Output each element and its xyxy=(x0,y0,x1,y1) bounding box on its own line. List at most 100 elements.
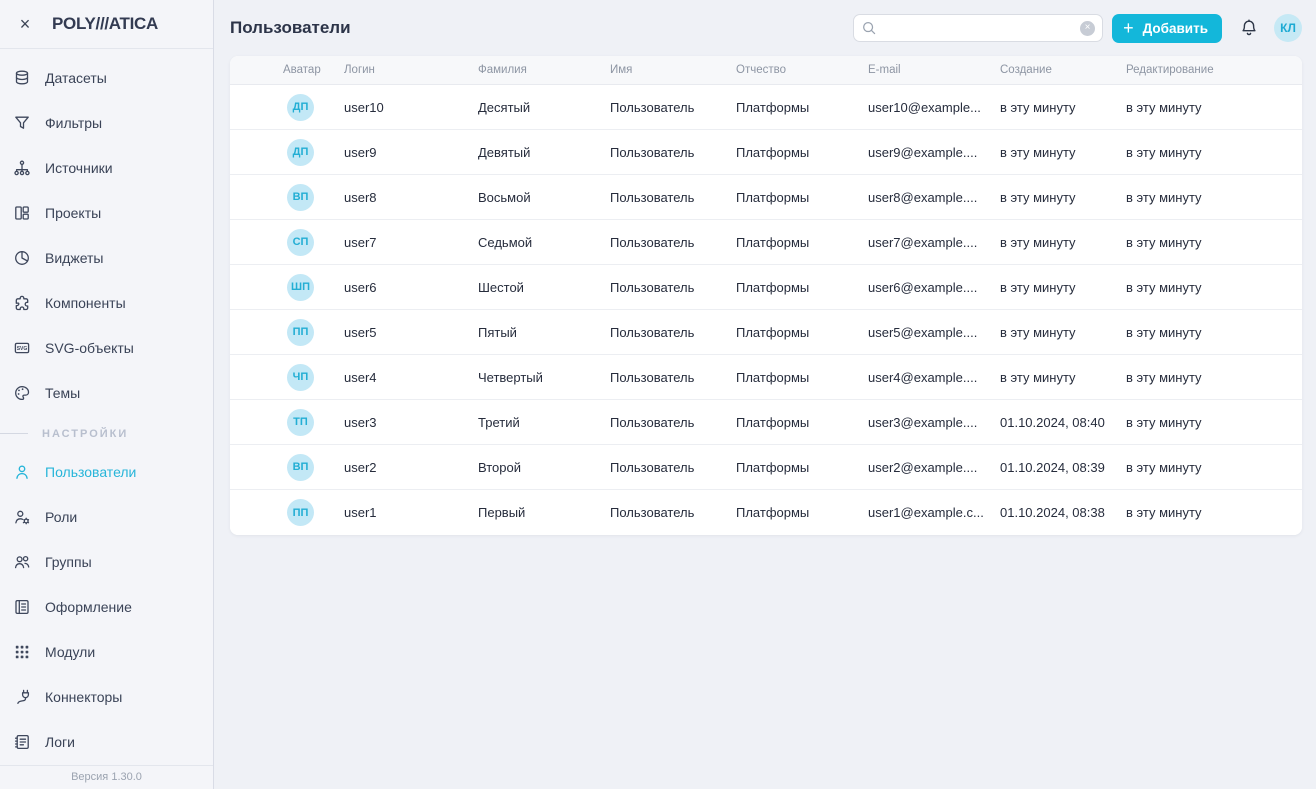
avatar-cell: ШП xyxy=(283,274,344,301)
last-name-cell: Второй xyxy=(478,460,610,475)
first-name-cell: Пользователь xyxy=(610,460,736,475)
row-avatar: ПП xyxy=(287,499,314,526)
login-cell: user7 xyxy=(344,235,478,250)
edited-cell: в эту минуту xyxy=(1126,415,1292,430)
sidebar-item-label: Фильтры xyxy=(45,115,102,131)
plus-icon: + xyxy=(1123,19,1134,37)
sidebar-nav: Датасеты Фильтры Источники Проекты Видже… xyxy=(0,49,213,765)
avatar-cell: ДП xyxy=(283,94,344,121)
row-avatar: ПП xyxy=(287,319,314,346)
first-name-cell: Пользователь xyxy=(610,280,736,295)
add-user-button[interactable]: + Добавить xyxy=(1112,14,1222,43)
main-content: Пользователи × + Добавить КЛ Аватар Логи… xyxy=(214,0,1316,789)
email-cell: user9@example.... xyxy=(868,145,1000,160)
avatar-cell: ДП xyxy=(283,139,344,166)
sidebar-item-groups[interactable]: Группы xyxy=(0,540,213,585)
table-row[interactable]: ШП user6 Шестой Пользователь Платформы u… xyxy=(230,265,1302,310)
created-cell: в эту минуту xyxy=(1000,370,1126,385)
col-header-first-name: Имя xyxy=(610,64,736,76)
login-cell: user5 xyxy=(344,325,478,340)
page-title: Пользователи xyxy=(230,18,351,38)
middle-name-cell: Платформы xyxy=(736,370,868,385)
table-row[interactable]: ДП user10 Десятый Пользователь Платформы… xyxy=(230,85,1302,130)
email-cell: user2@example.... xyxy=(868,460,1000,475)
sitemap-icon xyxy=(12,158,32,178)
table-row[interactable]: ВП user8 Восьмой Пользователь Платформы … xyxy=(230,175,1302,220)
table-row[interactable]: ВП user2 Второй Пользователь Платформы u… xyxy=(230,445,1302,490)
page-text-icon xyxy=(12,597,32,617)
first-name-cell: Пользователь xyxy=(610,325,736,340)
table-row[interactable]: ЧП user4 Четвертый Пользователь Платформ… xyxy=(230,355,1302,400)
col-header-email: E-mail xyxy=(868,64,1000,76)
row-avatar: ДП xyxy=(287,94,314,121)
col-header-avatar: Аватар xyxy=(283,64,344,76)
search-input[interactable] xyxy=(877,21,1080,36)
table-row[interactable]: ТП user3 Третий Пользователь Платформы u… xyxy=(230,400,1302,445)
settings-section-label: НАСТРОЙКИ xyxy=(0,418,213,450)
table-row[interactable]: ДП user9 Девятый Пользователь Платформы … xyxy=(230,130,1302,175)
sidebar-item-modules[interactable]: Модули xyxy=(0,630,213,675)
created-cell: в эту минуту xyxy=(1000,325,1126,340)
row-avatar: ШП xyxy=(287,274,314,301)
table-row[interactable]: ПП user1 Первый Пользователь Платформы u… xyxy=(230,490,1302,535)
plug-icon xyxy=(12,687,32,707)
sidebar-item-label: Компоненты xyxy=(45,295,126,311)
first-name-cell: Пользователь xyxy=(610,235,736,250)
sidebar-item-svg-objects[interactable]: SVG SVG-объекты xyxy=(0,326,213,371)
sidebar-item-themes[interactable]: Темы xyxy=(0,371,213,416)
col-header-created: Создание xyxy=(1000,64,1126,76)
email-cell: user7@example.... xyxy=(868,235,1000,250)
edited-cell: в эту минуту xyxy=(1126,460,1292,475)
table-header-row: Аватар Логин Фамилия Имя Отчество E-mail… xyxy=(230,56,1302,85)
last-name-cell: Пятый xyxy=(478,325,610,340)
created-cell: 01.10.2024, 08:38 xyxy=(1000,505,1126,520)
sidebar-item-logs[interactable]: Логи xyxy=(0,720,213,765)
clear-search-icon[interactable]: × xyxy=(1080,21,1095,36)
pie-chart-icon xyxy=(12,248,32,268)
col-header-last-name: Фамилия xyxy=(478,64,610,76)
first-name-cell: Пользователь xyxy=(610,505,736,520)
sidebar-item-roles[interactable]: Роли xyxy=(0,495,213,540)
table-row[interactable]: СП user7 Седьмой Пользователь Платформы … xyxy=(230,220,1302,265)
user-icon xyxy=(12,462,32,482)
profile-avatar[interactable]: КЛ xyxy=(1274,14,1302,42)
col-header-login: Логин xyxy=(344,64,478,76)
created-cell: 01.10.2024, 08:39 xyxy=(1000,460,1126,475)
last-name-cell: Первый xyxy=(478,505,610,520)
middle-name-cell: Платформы xyxy=(736,100,868,115)
close-icon[interactable]: × xyxy=(12,11,38,37)
sidebar-item-label: Виджеты xyxy=(45,250,104,266)
sidebar: × POLY///ATICA Датасеты Фильтры Источник… xyxy=(0,0,214,789)
row-avatar: ДП xyxy=(287,139,314,166)
created-cell: в эту минуту xyxy=(1000,190,1126,205)
sidebar-item-components[interactable]: Компоненты xyxy=(0,281,213,326)
email-cell: user5@example.... xyxy=(868,325,1000,340)
sidebar-item-label: Датасеты xyxy=(45,70,107,86)
page-header: Пользователи × + Добавить КЛ xyxy=(230,0,1302,56)
sidebar-item-sources[interactable]: Источники xyxy=(0,146,213,191)
sidebar-item-projects[interactable]: Проекты xyxy=(0,191,213,236)
last-name-cell: Восьмой xyxy=(478,190,610,205)
col-header-middle-name: Отчество xyxy=(736,64,868,76)
sidebar-item-datasets[interactable]: Датасеты xyxy=(0,56,213,101)
row-avatar: СП xyxy=(287,229,314,256)
palette-icon xyxy=(12,383,32,403)
avatar-cell: ЧП xyxy=(283,364,344,391)
row-avatar: ВП xyxy=(287,454,314,481)
middle-name-cell: Платформы xyxy=(736,505,868,520)
sidebar-item-widgets[interactable]: Виджеты xyxy=(0,236,213,281)
avatar-cell: ТП xyxy=(283,409,344,436)
avatar-cell: ПП xyxy=(283,499,344,526)
user-gear-icon xyxy=(12,507,32,527)
version-label: Версия 1.30.0 xyxy=(71,771,142,783)
sidebar-item-users[interactable]: Пользователи xyxy=(0,450,213,495)
notifications-bell-icon[interactable] xyxy=(1239,18,1259,38)
sidebar-header: × POLY///ATICA xyxy=(0,0,213,49)
login-cell: user10 xyxy=(344,100,478,115)
table-row[interactable]: ПП user5 Пятый Пользователь Платформы us… xyxy=(230,310,1302,355)
sidebar-item-connectors[interactable]: Коннекторы xyxy=(0,675,213,720)
edited-cell: в эту минуту xyxy=(1126,235,1292,250)
sidebar-item-appearance[interactable]: Оформление xyxy=(0,585,213,630)
sidebar-item-filters[interactable]: Фильтры xyxy=(0,101,213,146)
avatar-cell: ПП xyxy=(283,319,344,346)
